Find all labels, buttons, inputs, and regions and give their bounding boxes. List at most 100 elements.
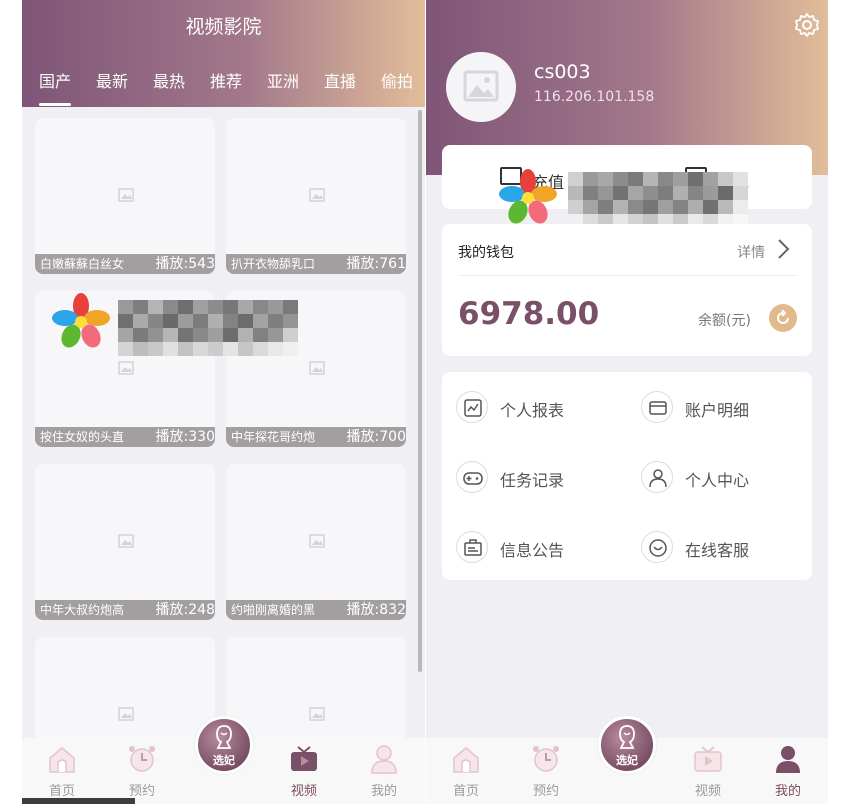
image-placeholder-icon (118, 534, 134, 548)
active-tab-indicator (39, 103, 71, 106)
tab-live[interactable]: 直播 (324, 68, 356, 92)
image-placeholder-icon (118, 707, 134, 721)
tab-hottest[interactable]: 最热 (153, 68, 185, 92)
scrollbar[interactable] (418, 110, 422, 672)
nav-item-home[interactable]: 首页 (32, 738, 92, 804)
username: cs003 (534, 61, 591, 83)
user-icon (371, 745, 397, 774)
nav-item-reserve[interactable]: 预约 (516, 738, 576, 804)
video-title: 扒开衣物舔乳口 (231, 257, 316, 271)
video-card[interactable]: 约啪刚离婚的黑 播放:832 (226, 464, 406, 620)
nav-label: 首页 (48, 784, 75, 799)
mosaic-overlay (118, 300, 298, 356)
profile-screen: cs003 116.206.101.158 充值 提现 我的钱包 详情 6978… (426, 0, 828, 804)
video-title: 白嫩蘇蘇白丝女 (40, 257, 125, 271)
nav-item-concubine[interactable]: 选妃 (195, 716, 253, 774)
menu-label: 个人报表 (500, 401, 565, 420)
video-play-count: 播放:248 (155, 602, 215, 618)
video-play-count: 播放:330 (155, 429, 215, 445)
tv-icon (291, 746, 317, 771)
menu-label: 账户明细 (685, 401, 750, 420)
tab-asia[interactable]: 亚洲 (267, 68, 299, 92)
flower-watermark-icon (499, 169, 557, 224)
video-screen: 视频影院 国产 最新 最热 推荐 亚洲 直播 偷拍 白嫩蘇蘇白丝女 播放:543… (22, 0, 425, 804)
menu-item-personal-report[interactable]: 个人报表 (456, 387, 626, 427)
nav-item-mine[interactable]: 我的 (354, 738, 414, 804)
menu-label: 个人中心 (685, 471, 750, 490)
concubine-icon (216, 725, 232, 749)
video-card[interactable] (226, 637, 406, 738)
tab-newest[interactable]: 最新 (96, 68, 128, 92)
nav-item-mine[interactable]: 我的 (758, 738, 818, 804)
video-play-count: 播放:761 (346, 256, 406, 272)
wallet-icon (649, 401, 667, 415)
video-grid: 白嫩蘇蘇白丝女 播放:543 扒开衣物舔乳口 播放:761 按住女奴的头直 播放… (22, 107, 425, 738)
nav-label: 我的 (774, 784, 801, 799)
menu-label: 任务记录 (500, 471, 565, 490)
refresh-balance-button[interactable] (769, 304, 797, 332)
nav-item-concubine[interactable]: 选妃 (598, 716, 656, 774)
video-card[interactable]: 白嫩蘇蘇白丝女 播放:543 (35, 118, 215, 274)
video-caption: 按住女奴的头直 播放:330 (35, 427, 215, 447)
menu-item-account-details[interactable]: 账户明细 (641, 387, 811, 427)
video-play-count: 播放:543 (155, 256, 215, 272)
tab-guochan[interactable]: 国产 (39, 68, 71, 92)
avatar[interactable] (446, 52, 516, 122)
alarm-clock-icon (533, 746, 559, 772)
image-placeholder-icon (118, 361, 134, 375)
image-placeholder-icon (463, 70, 499, 102)
home-icon (453, 747, 479, 773)
chevron-right-icon[interactable] (776, 238, 790, 260)
video-card[interactable] (35, 637, 215, 738)
refresh-icon (777, 310, 789, 324)
wallet-details-link[interactable]: 详情 (737, 242, 765, 262)
nav-label: 视频 (694, 784, 721, 799)
image-placeholder-icon (118, 188, 134, 202)
video-caption: 扒开衣物舔乳口 播放:761 (226, 254, 406, 274)
profile-menu: 个人报表 账户明细 任务记录 个人中心 信息公告 在线客服 (442, 372, 812, 580)
video-caption: 中年探花哥约炮 播放:700 (226, 427, 406, 447)
video-caption: 白嫩蘇蘇白丝女 播放:543 (35, 254, 215, 274)
image-placeholder-icon (309, 707, 325, 721)
nav-label: 首页 (452, 784, 479, 799)
nav-item-reserve[interactable]: 预约 (112, 738, 172, 804)
menu-label: 在线客服 (685, 541, 750, 560)
video-title: 中年探花哥约炮 (231, 430, 316, 444)
video-title: 约啪刚离婚的黑 (231, 603, 316, 617)
tv-icon (694, 746, 722, 772)
nav-item-video[interactable]: 视频 (678, 738, 738, 804)
video-title: 中年大叔约炮高 (40, 603, 125, 617)
nav-item-video[interactable]: 视频 (274, 738, 334, 804)
gamepad-icon (463, 472, 483, 485)
category-tabs: 国产 最新 最热 推荐 亚洲 直播 偷拍 (22, 68, 425, 106)
balance-label: 余额(元) (698, 313, 751, 329)
video-caption: 约啪刚离婚的黑 播放:832 (226, 600, 406, 620)
tab-recommend[interactable]: 推荐 (210, 68, 242, 92)
report-icon (464, 399, 482, 417)
menu-item-announcements[interactable]: 信息公告 (456, 527, 626, 567)
menu-item-personal-center[interactable]: 个人中心 (641, 457, 811, 497)
nav-item-home[interactable]: 首页 (436, 738, 496, 804)
video-caption: 中年大叔约炮高 播放:248 (35, 600, 215, 620)
divider (458, 275, 798, 276)
menu-item-online-support[interactable]: 在线客服 (641, 527, 811, 567)
menu-label: 信息公告 (500, 541, 565, 560)
tab-candid[interactable]: 偷拍 (381, 68, 413, 92)
mosaic-overlay (568, 172, 748, 228)
image-placeholder-icon (309, 361, 325, 375)
gear-icon[interactable] (794, 12, 820, 38)
nav-label: 视频 (290, 784, 317, 799)
wallet-card: 我的钱包 详情 6978.00 余额(元) (442, 224, 812, 356)
image-placeholder-icon (309, 534, 325, 548)
nav-label: 预约 (532, 784, 559, 799)
video-card[interactable]: 中年大叔约炮高 播放:248 (35, 464, 215, 620)
notice-icon (464, 539, 482, 556)
user-ip: 116.206.101.158 (534, 89, 655, 105)
wallet-balance: 6978.00 (458, 296, 600, 332)
menu-item-task-records[interactable]: 任务记录 (456, 457, 626, 497)
nav-label: 选妃 (213, 754, 235, 767)
video-card[interactable]: 扒开衣物舔乳口 播放:761 (226, 118, 406, 274)
nav-label: 预约 (128, 784, 155, 799)
video-title: 按住女奴的头直 (40, 430, 125, 444)
nav-label: 选妃 (616, 754, 638, 767)
